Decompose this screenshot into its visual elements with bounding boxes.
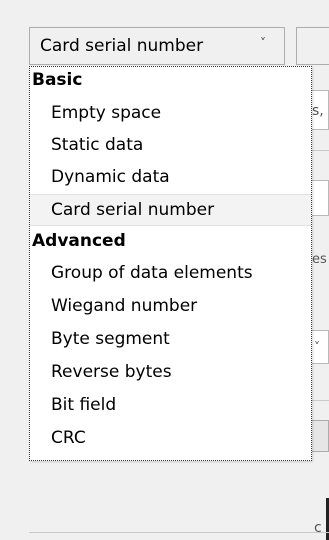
element-type-dropdown-list[interactable]: Basic Empty space Static data Dynamic da… bbox=[29, 66, 312, 461]
group-header-advanced: Advanced bbox=[32, 231, 126, 251]
option-dynamic-data[interactable]: Dynamic data bbox=[30, 161, 311, 193]
group-header-basic: Basic bbox=[32, 70, 83, 90]
element-type-combobox[interactable]: Card serial number ˅ bbox=[29, 27, 285, 65]
option-static-data[interactable]: Static data bbox=[30, 129, 311, 161]
background-text-fragment: c bbox=[314, 520, 322, 536]
background-divider bbox=[29, 532, 329, 533]
background-chevron-fragment: ˅ bbox=[314, 340, 320, 354]
option-empty-space[interactable]: Empty space bbox=[30, 97, 311, 129]
option-reverse-bytes[interactable]: Reverse bytes bbox=[30, 356, 311, 388]
chevron-down-icon: ˅ bbox=[260, 36, 266, 50]
option-bit-field[interactable]: Bit field bbox=[30, 389, 311, 421]
combo-selected-value: Card serial number bbox=[40, 36, 204, 56]
background-text-fragment: s, bbox=[312, 103, 324, 119]
option-card-serial-number[interactable]: Card serial number bbox=[30, 194, 311, 226]
option-wiegand-number[interactable]: Wiegand number bbox=[30, 290, 311, 322]
background-text-fragment: es bbox=[312, 252, 327, 267]
adjacent-button[interactable] bbox=[296, 27, 329, 65]
option-crc[interactable]: CRC bbox=[30, 422, 311, 454]
option-byte-segment[interactable]: Byte segment bbox=[30, 323, 311, 355]
option-group-of-data-elements[interactable]: Group of data elements bbox=[30, 257, 311, 289]
